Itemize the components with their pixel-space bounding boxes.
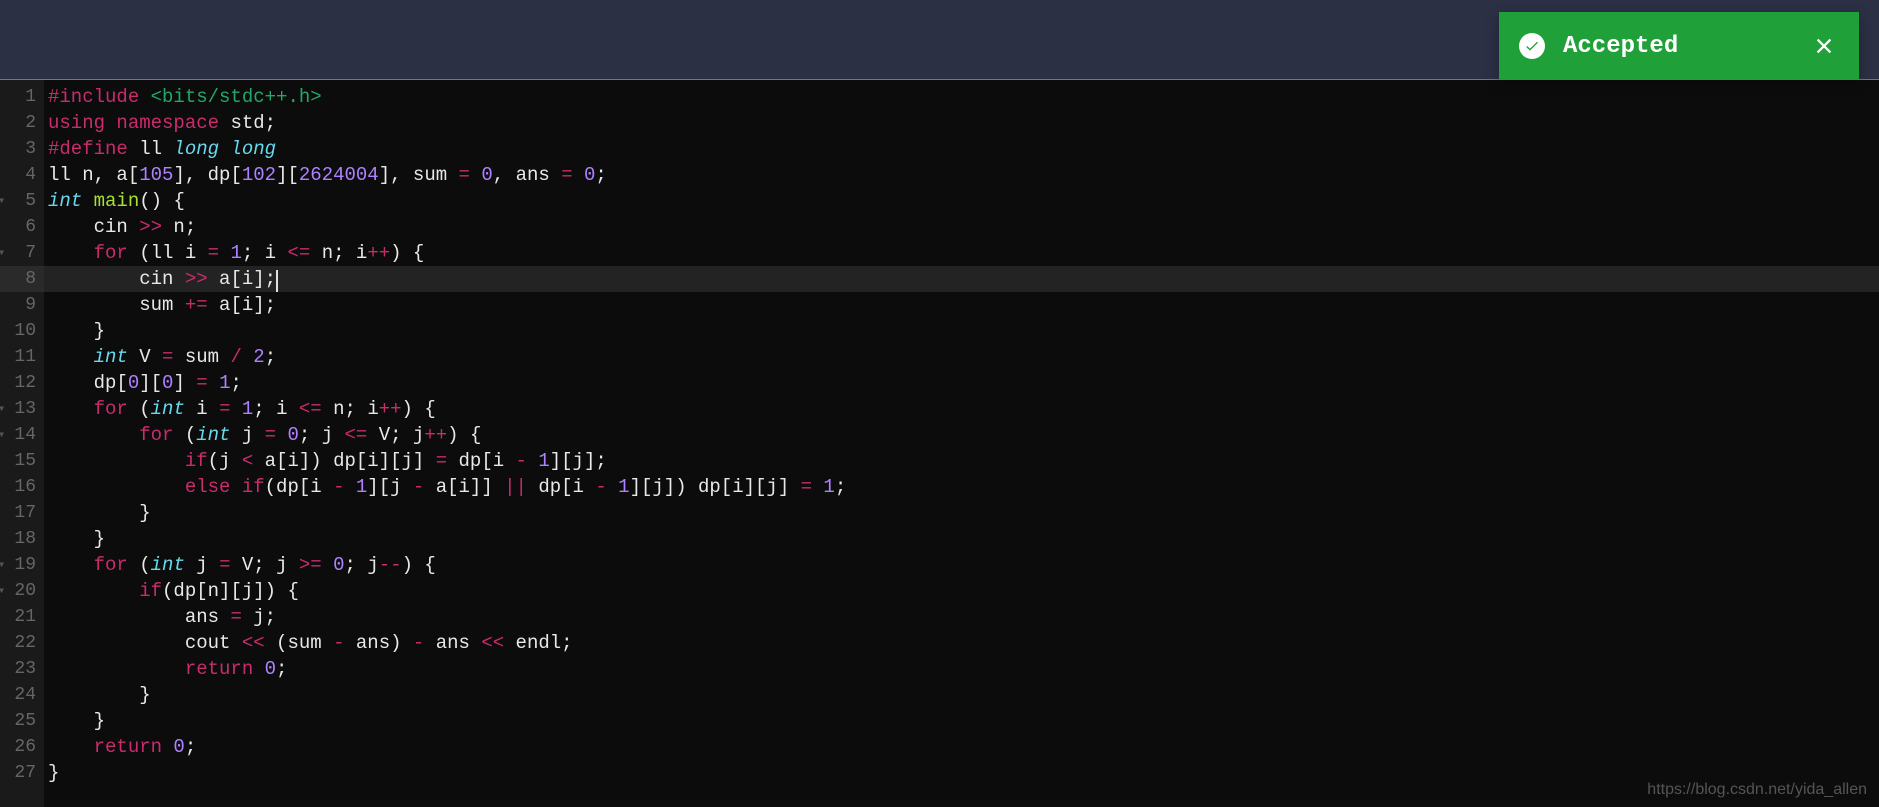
line-number: 6 (0, 214, 44, 240)
line-number: 8 (0, 266, 44, 292)
code-line: } (44, 708, 1879, 734)
code-line: dp[0][0] = 1; (44, 370, 1879, 396)
watermark-text: https://blog.csdn.net/yida_allen (1647, 781, 1867, 799)
code-line: #include <bits/stdc++.h> (44, 84, 1879, 110)
code-line: int main() { (44, 188, 1879, 214)
code-line: } (44, 318, 1879, 344)
code-area[interactable]: #include <bits/stdc++.h> using namespace… (44, 80, 1879, 807)
code-line: cout << (sum - ans) - ans << endl; (44, 630, 1879, 656)
code-line: else if(dp[i - 1][j - a[i]] || dp[i - 1]… (44, 474, 1879, 500)
line-number: 26 (0, 734, 44, 760)
line-number: 15 (0, 448, 44, 474)
code-line: return 0; (44, 656, 1879, 682)
code-line: cin >> n; (44, 214, 1879, 240)
code-line: sum += a[i]; (44, 292, 1879, 318)
code-line: } (44, 760, 1879, 786)
line-number: 24 (0, 682, 44, 708)
code-line: if(j < a[i]) dp[i][j] = dp[i - 1][j]; (44, 448, 1879, 474)
line-number: 3 (0, 136, 44, 162)
notification-text: Accepted (1563, 33, 1809, 60)
line-gutter: 1234567891011121314151617181920212223242… (0, 80, 44, 807)
line-number: 11 (0, 344, 44, 370)
line-number: 4 (0, 162, 44, 188)
line-number: 25 (0, 708, 44, 734)
code-line: cin >> a[i]; (44, 266, 1879, 292)
line-number: 10 (0, 318, 44, 344)
code-line: if(dp[n][j]) { (44, 578, 1879, 604)
line-number: 23 (0, 656, 44, 682)
line-number: 22 (0, 630, 44, 656)
code-line: } (44, 682, 1879, 708)
line-number: 14 (0, 422, 44, 448)
line-number: 21 (0, 604, 44, 630)
code-line: for (ll i = 1; i <= n; i++) { (44, 240, 1879, 266)
code-line: } (44, 526, 1879, 552)
line-number: 16 (0, 474, 44, 500)
code-line: #define ll long long (44, 136, 1879, 162)
check-circle-icon (1519, 33, 1545, 59)
code-line: ans = j; (44, 604, 1879, 630)
line-number: 2 (0, 110, 44, 136)
code-line: int V = sum / 2; (44, 344, 1879, 370)
code-line: using namespace std; (44, 110, 1879, 136)
line-number: 1 (0, 84, 44, 110)
line-number: 17 (0, 500, 44, 526)
line-number: 9 (0, 292, 44, 318)
code-line: return 0; (44, 734, 1879, 760)
close-icon[interactable] (1809, 31, 1839, 61)
line-number: 7 (0, 240, 44, 266)
accepted-notification: Accepted (1499, 12, 1859, 80)
code-line: for (int j = 0; j <= V; j++) { (44, 422, 1879, 448)
line-number: 27 (0, 760, 44, 786)
line-number: 13 (0, 396, 44, 422)
line-number: 19 (0, 552, 44, 578)
line-number: 12 (0, 370, 44, 396)
code-line: } (44, 500, 1879, 526)
text-cursor (276, 270, 278, 292)
code-line: for (int j = V; j >= 0; j--) { (44, 552, 1879, 578)
code-line: ll n, a[105], dp[102][2624004], sum = 0,… (44, 162, 1879, 188)
line-number: 18 (0, 526, 44, 552)
line-number: 20 (0, 578, 44, 604)
code-editor[interactable]: 1234567891011121314151617181920212223242… (0, 80, 1879, 807)
code-line: for (int i = 1; i <= n; i++) { (44, 396, 1879, 422)
line-number: 5 (0, 188, 44, 214)
